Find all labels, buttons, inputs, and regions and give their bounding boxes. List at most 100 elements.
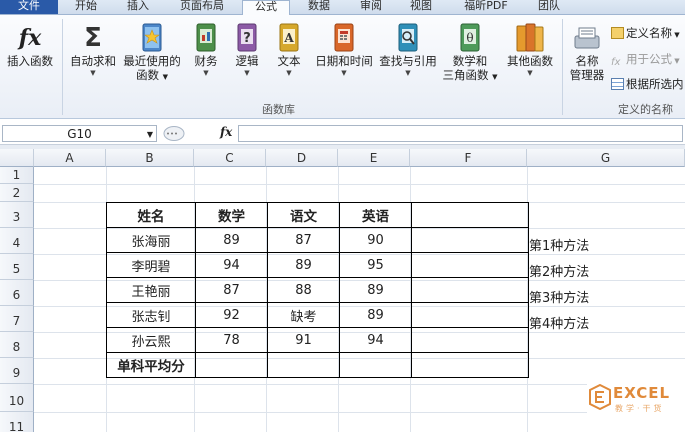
table-cell[interactable] xyxy=(267,352,340,378)
average-label-cell[interactable]: 单科平均分 xyxy=(106,352,196,378)
name-manager-button[interactable]: 名称 管理器 xyxy=(565,22,609,108)
column-header-f[interactable]: F xyxy=(410,149,527,167)
tab-formulas[interactable]: 公式 xyxy=(242,0,290,16)
recent-functions-button[interactable]: 最近使用的 函数 ▼ xyxy=(121,22,183,108)
row-header-11[interactable]: 11 xyxy=(0,412,34,432)
table-cell[interactable]: 91 xyxy=(267,327,340,353)
row-header-5[interactable]: 5 xyxy=(0,254,34,280)
row-header-4[interactable]: 4 xyxy=(0,228,34,254)
column-header-a[interactable]: A xyxy=(34,149,106,167)
row-header-10[interactable]: 10 xyxy=(0,384,34,412)
table-cell[interactable] xyxy=(411,302,529,328)
books-stack-icon xyxy=(516,23,544,52)
chevron-down-icon: ▼ xyxy=(672,31,680,39)
table-cell[interactable]: 87 xyxy=(195,277,268,303)
column-header-d[interactable]: D xyxy=(266,149,338,167)
header-cell-f[interactable] xyxy=(411,202,529,228)
table-cell[interactable]: 张志钊 xyxy=(106,302,196,328)
table-cell[interactable]: 张海丽 xyxy=(106,227,196,253)
header-cell-chinese[interactable]: 语文 xyxy=(267,202,340,228)
column-header-b[interactable]: B xyxy=(106,149,194,167)
recent-functions-label-2: 函数 xyxy=(135,68,159,82)
tab-foxit-pdf[interactable]: 福昕PDF xyxy=(448,0,524,14)
method-note[interactable]: 第2种方法 xyxy=(529,261,589,280)
table-cell[interactable]: 89 xyxy=(339,302,412,328)
table-row: 张志钊 92 缺考 89 xyxy=(106,302,529,328)
table-cell[interactable] xyxy=(195,352,268,378)
tab-team[interactable]: 团队 xyxy=(526,0,572,14)
divider xyxy=(562,19,563,115)
table-cell[interactable]: 95 xyxy=(339,252,412,278)
table-cell[interactable]: 94 xyxy=(339,327,412,353)
row-header-8[interactable]: 8 xyxy=(0,332,34,358)
table-cell[interactable]: 89 xyxy=(267,252,340,278)
table-cell[interactable]: 78 xyxy=(195,327,268,353)
autosum-button[interactable]: Σ 自动求和 ▼ xyxy=(66,22,120,108)
header-cell-name[interactable]: 姓名 xyxy=(106,202,196,228)
column-header-e[interactable]: E xyxy=(338,149,410,167)
row-header-7[interactable]: 7 xyxy=(0,306,34,332)
table-cell[interactable]: 90 xyxy=(339,227,412,253)
table-cell[interactable] xyxy=(411,277,529,303)
table-cell[interactable]: 王艳丽 xyxy=(106,277,196,303)
table-cell[interactable] xyxy=(411,252,529,278)
row-header-1[interactable]: 1 xyxy=(0,167,34,184)
table-cell[interactable]: 88 xyxy=(267,277,340,303)
tab-review[interactable]: 审阅 xyxy=(348,0,394,14)
insert-function-button[interactable]: fx 插入函数 xyxy=(4,22,56,108)
header-cell-english[interactable]: 英语 xyxy=(339,202,412,228)
column-header-g[interactable]: G xyxy=(527,149,685,167)
fx-small-icon: fx xyxy=(611,57,621,68)
lookup-label: 查找与引用 xyxy=(379,54,437,68)
row-header-2[interactable]: 2 xyxy=(0,184,34,202)
table-cell[interactable] xyxy=(411,352,529,378)
table-cell[interactable]: 92 xyxy=(195,302,268,328)
row-header-9[interactable]: 9 xyxy=(0,358,34,384)
header-cell-math[interactable]: 数学 xyxy=(195,202,268,228)
name-box-value: G10 xyxy=(67,127,92,141)
insert-function-fx-icon[interactable]: fx xyxy=(220,125,232,139)
table-cell[interactable] xyxy=(411,227,529,253)
table-cell[interactable]: 94 xyxy=(195,252,268,278)
math-trig-label-2-row: 三角函数 ▼ xyxy=(442,68,498,84)
method-note[interactable]: 第3种方法 xyxy=(529,287,589,306)
row-header-3[interactable]: 3 xyxy=(0,202,34,228)
table-cell[interactable]: 缺考 xyxy=(267,302,340,328)
magnifier-book-icon xyxy=(398,23,418,52)
tab-data[interactable]: 数据 xyxy=(292,0,346,14)
logical-button[interactable]: ? 逻辑 ▼ xyxy=(228,22,266,108)
method-note[interactable]: 第1种方法 xyxy=(529,235,589,254)
define-name-button[interactable]: 定义名称 ▼ xyxy=(611,25,680,41)
table-cell[interactable] xyxy=(411,327,529,353)
tab-home[interactable]: 开始 xyxy=(60,0,112,14)
formula-input[interactable] xyxy=(238,125,683,142)
table-cell[interactable]: 87 xyxy=(267,227,340,253)
table-cell[interactable] xyxy=(339,352,412,378)
tab-file[interactable]: 文件 xyxy=(0,0,58,14)
chevron-down-icon[interactable]: ▼ xyxy=(147,126,153,143)
select-all-corner[interactable] xyxy=(0,149,34,167)
table-cell[interactable]: 孙云熙 xyxy=(106,327,196,353)
name-box[interactable]: G10 ▼ xyxy=(2,125,157,142)
tab-view[interactable]: 视图 xyxy=(396,0,446,14)
use-in-formula-button[interactable]: fx 用于公式 ▼ xyxy=(611,51,680,68)
financial-label: 财务 xyxy=(194,54,218,68)
text-button[interactable]: A 文本 ▼ xyxy=(270,22,308,108)
tab-page-layout[interactable]: 页面布局 xyxy=(164,0,240,14)
math-trig-button[interactable]: θ 数学和 三角函数 ▼ xyxy=(442,22,498,108)
group-label-library: 函数库 xyxy=(262,103,295,116)
method-note[interactable]: 第4种方法 xyxy=(529,313,589,332)
chevron-down-icon: ▼ xyxy=(341,69,347,77)
lookup-button[interactable]: 查找与引用 ▼ xyxy=(377,22,439,108)
datetime-button[interactable]: 日期和时间 ▼ xyxy=(312,22,376,108)
column-header-c[interactable]: C xyxy=(194,149,266,167)
financial-button[interactable]: 财务 ▼ xyxy=(186,22,226,108)
row-header-6[interactable]: 6 xyxy=(0,280,34,306)
table-cell[interactable]: 李明碧 xyxy=(106,252,196,278)
more-functions-button[interactable]: 其他函数 ▼ xyxy=(502,22,558,108)
tab-insert[interactable]: 插入 xyxy=(113,0,163,14)
table-cell[interactable]: 89 xyxy=(195,227,268,253)
create-from-selection-button[interactable]: 根据所选内 xyxy=(611,76,684,92)
worksheet-grid[interactable]: A B C D E F G 1 2 3 4 5 6 7 8 9 10 11 姓名… xyxy=(0,149,685,432)
table-cell[interactable]: 89 xyxy=(339,277,412,303)
